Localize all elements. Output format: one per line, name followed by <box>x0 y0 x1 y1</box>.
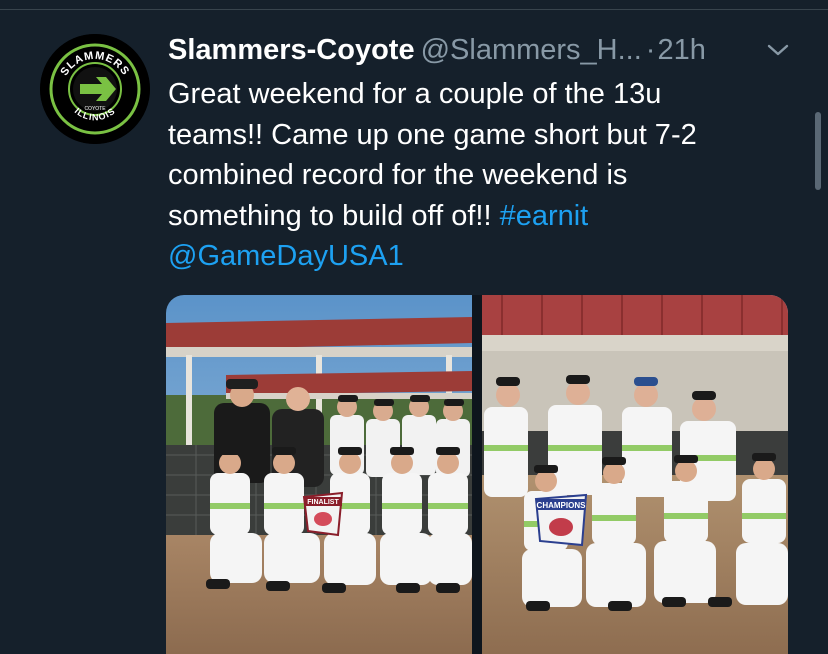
separator-dot: · <box>645 34 656 66</box>
top-divider <box>0 0 828 10</box>
hashtag-link[interactable]: #earnit <box>500 200 589 232</box>
slammers-logo-icon: SLAMMERS COYOTE ILLINOIS <box>40 34 150 144</box>
display-name[interactable]: Slammers-Coyote <box>168 34 415 66</box>
tweet-text: Great weekend for a couple of the 13u te… <box>168 74 768 277</box>
tweet-header: Slammers-Coyote @Slammers_H... ·21h <box>168 30 808 70</box>
finalist-banner-text: FINALIST <box>307 499 339 506</box>
avatar[interactable]: SLAMMERS COYOTE ILLINOIS <box>40 34 150 144</box>
tweet-text-line: combined record for the weekend is <box>168 159 628 191</box>
chevron-down-icon <box>767 44 789 56</box>
tweet[interactable]: SLAMMERS COYOTE ILLINOIS Slammers-Coyote… <box>0 10 828 654</box>
scrollbar[interactable] <box>815 112 821 190</box>
champions-banner: CHAMPIONS <box>534 493 588 547</box>
user-handle[interactable]: @Slammers_H... <box>421 34 642 66</box>
champions-banner-text: CHAMPIONS <box>537 501 587 510</box>
team-photo-finalist[interactable]: FINALIST <box>166 295 472 654</box>
tweet-text-line: Great weekend for a couple of the 13u <box>168 78 662 110</box>
tweet-text-line: something to build off of!! <box>168 199 500 232</box>
more-options-button[interactable] <box>764 38 792 62</box>
timestamp[interactable]: 21h <box>657 34 705 66</box>
team-photo-image: FINALIST <box>166 295 472 654</box>
team-photo-image: CHAMPIONS <box>482 295 788 654</box>
finalist-banner: FINALIST <box>302 491 344 537</box>
tweet-text-line: teams!! Came up one game short but 7-2 <box>168 118 697 151</box>
team-photo-champions[interactable]: CHAMPIONS <box>482 295 788 654</box>
media-grid: FINALIST CHAMPIONS <box>166 295 788 654</box>
mention-link[interactable]: @GameDayUSA1 <box>168 240 404 272</box>
